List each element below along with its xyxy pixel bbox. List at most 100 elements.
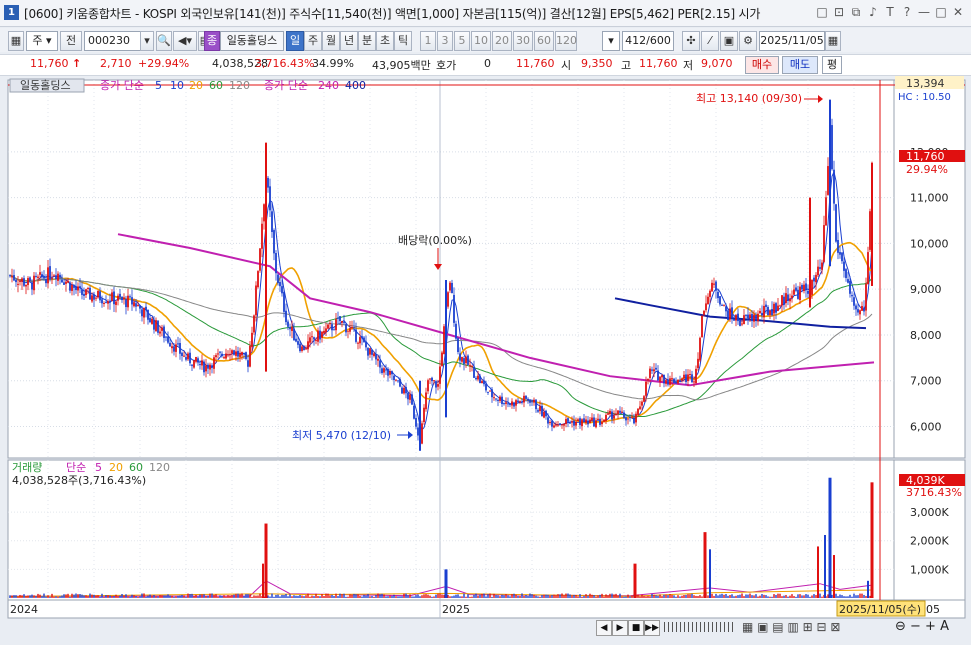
buy-button[interactable]: 매수 [745,56,779,74]
crosshair-icon[interactable]: ✣ [682,31,700,51]
volume-bar-396 [801,595,803,598]
volume-bar-141 [291,596,293,598]
tile-icon[interactable]: ⧉ [849,4,863,20]
stock-code-input[interactable]: 000230 [84,31,143,51]
chart-tools-icons[interactable]: ▦ ▣ ▤ ▥ ⊞ ⊟ ⊠ [742,620,840,634]
volume-bar-161 [331,594,333,598]
settings-icon[interactable]: ⚙ [739,31,757,51]
interval-dropdown-icon[interactable]: ▾ [602,31,620,51]
title-bar: 1 [0600] 키움종합차트 - KOSPI 외국인보유[141(천)] 주식… [0,0,971,27]
volume-bar-200 [409,594,411,598]
volume-bar-394 [797,594,799,598]
price-panel[interactable] [7,79,895,459]
candle-body-108 [225,353,227,359]
line-tool-icon[interactable]: ⁄ [701,31,719,51]
candle-body-44 [97,290,99,298]
candle-body-93 [195,356,197,362]
scroll-left-icon[interactable]: ◀ [596,620,612,636]
volume-bar-209 [427,594,429,598]
save-icon[interactable]: ▣ [720,31,738,51]
stop-icon[interactable]: ■ [628,620,644,636]
text-icon[interactable]: T [883,4,897,20]
candle-body-412 [833,169,835,204]
candle-body-79 [167,336,169,343]
volume-bar-389 [787,596,789,598]
interval-button-1[interactable]: 1 [420,31,436,51]
volume-bar-414 [837,596,839,598]
candle-body-111 [231,350,233,354]
volume-bar-131 [271,593,273,598]
sell-button[interactable]: 매도 [782,56,818,74]
candle-body-12 [33,275,35,291]
candle-body-383 [775,303,777,313]
volume-bar-392 [793,596,795,598]
candle-body-224 [457,338,459,352]
volume-bar-304 [617,595,619,598]
zoom-slider[interactable] [664,622,736,632]
date-input[interactable]: 2025/11/05 [759,31,825,51]
volume-bar-316 [641,594,643,598]
interval-button-10[interactable]: 10 [471,31,491,51]
search-icon[interactable]: 🔍 [156,31,172,51]
calendar-icon[interactable]: ▦ [825,31,841,51]
pin-icon[interactable]: ♪ [866,4,880,20]
volume-bar-294 [597,595,599,598]
volume-bar-265 [539,596,541,598]
period-type-select[interactable]: 주 ▾ [26,31,58,51]
interval-button-30[interactable]: 30 [513,31,533,51]
fast-forward-icon[interactable]: ▶▶ [644,620,660,636]
interval-button-20[interactable]: 20 [492,31,512,51]
volume-bar-413 [835,593,837,598]
volume-bar-267 [543,594,545,598]
maximize-icon[interactable]: □ [934,4,948,20]
zoom-controls[interactable]: ⊖ − + A [895,619,949,634]
menu-grid-icon[interactable]: ▦ [8,31,24,51]
count-display[interactable]: 412/600 [622,31,674,51]
stock-badge: 종 [204,31,220,51]
volume-bar-415 [839,594,841,598]
period-button-3[interactable]: 년 [340,31,358,51]
period-button-2[interactable]: 월 [322,31,340,51]
candle-body-369 [747,314,749,319]
candle-body-57 [123,297,125,300]
volume-bar-390 [789,595,791,598]
help-icon[interactable]: ? [900,4,914,20]
candle-body-162 [333,329,335,331]
candle-body-250 [509,403,511,406]
volume-bar-346 [701,596,703,598]
stock-chart-svg[interactable]: 12,00011,00010,0009,0008,0007,0006,0003,… [0,76,971,642]
scroll-right-icon[interactable]: ▶ [612,620,628,636]
sound-icon[interactable]: ◀▾ [173,31,197,51]
period-button-1[interactable]: 주 [304,31,322,51]
candle-body-405 [819,267,821,269]
code-dropdown-icon[interactable]: ▾ [140,31,154,51]
volume-bar-58 [125,594,127,598]
volume-bar-56 [121,594,123,598]
interval-button-120[interactable]: 120 [555,31,577,51]
candle-body-73 [155,320,157,332]
window-icon[interactable]: ⊡ [832,4,846,20]
close-icon[interactable]: ✕ [951,4,965,20]
period-button-5[interactable]: 초 [376,31,394,51]
candle-body-176 [361,336,363,339]
chart-area[interactable]: 12,00011,00010,0009,0008,0007,0006,0003,… [0,76,971,642]
candle-body-10 [29,277,31,281]
volume-bar-321 [651,593,653,598]
period-button-6[interactable]: 틱 [394,31,412,51]
volume-bar-35 [79,594,81,598]
prev-button[interactable]: 전 [60,31,82,51]
minimize-icon[interactable]: — [917,4,931,20]
eval-button[interactable]: 평 [822,56,842,74]
volume-bar-63 [135,596,137,598]
period-button-0[interactable]: 일 [286,31,304,51]
volume-extra-2 [817,546,819,598]
restore-icon[interactable]: □ [815,4,829,20]
interval-button-3[interactable]: 3 [437,31,453,51]
volume-bar-112 [233,594,235,598]
interval-button-60[interactable]: 60 [534,31,554,51]
candle-body-86 [181,352,183,356]
interval-button-5[interactable]: 5 [454,31,470,51]
volume-bar-0 [9,595,11,598]
volume-bar-255 [519,595,521,598]
period-button-4[interactable]: 분 [358,31,376,51]
